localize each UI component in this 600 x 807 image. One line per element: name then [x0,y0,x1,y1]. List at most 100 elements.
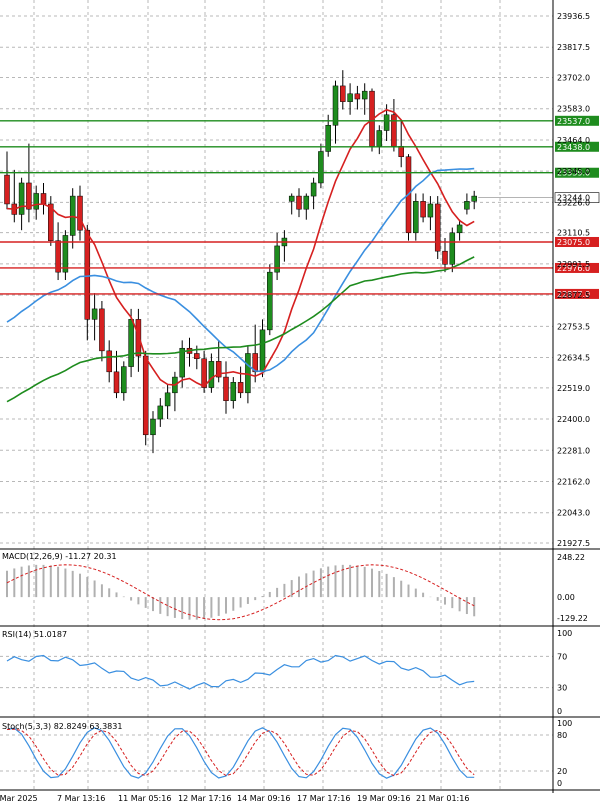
candle [391,99,397,152]
stoch-tick-label: 20 [557,767,567,776]
candle-body [245,353,251,394]
candle [449,227,456,273]
candle-body [135,319,142,357]
x-tick-label: 14 Mar 09:16 [237,794,290,803]
candle [40,182,47,215]
ma-fast-line [6,108,475,388]
candle [427,196,434,231]
candle-body [18,182,25,215]
price-tick-label: 23817.5 [557,43,590,52]
candle-body [398,145,404,157]
candle [11,169,18,223]
candle-body [106,350,112,373]
candle [340,70,346,110]
price-tick-label: 22872.5 [557,291,590,300]
candle-body [354,93,361,100]
candle [354,85,361,110]
stoch-tick-label: 0 [557,779,562,788]
candle-body [471,195,477,202]
candle-body [164,392,171,407]
level-label: 23537.0 [557,117,590,126]
candle [464,193,470,215]
candle-body [325,125,331,152]
candle-body [267,271,273,331]
candle [18,177,25,231]
candle-body [259,329,266,373]
price-tick-label: 22991.5 [557,260,590,269]
candle [471,190,477,210]
candle-body [361,90,368,100]
rsi-line [6,654,475,690]
candle [223,361,229,414]
candle-body [420,201,426,218]
x-tick-label: 12 Mar 17:16 [178,794,231,803]
macd-tick-label: 248.22 [557,553,585,562]
rsi-label: RSI(14) 51.0187 [2,630,67,639]
stoch-tick-label: 80 [557,731,567,740]
candle-body [237,382,244,394]
candle-body [310,182,317,197]
candle-body [40,193,47,205]
price-tick-label: 22162.0 [557,477,590,486]
rsi-tick-label: 70 [557,652,567,661]
candle [106,340,112,383]
x-tick-label: 11 Mar 05:16 [118,794,171,803]
stoch-d-line [6,728,475,777]
macd-tick-label: -129.22 [557,614,588,623]
candle-body [84,229,91,320]
price-tick-label: 23345.0 [557,167,590,176]
candle [442,238,448,273]
x-tick-label: 19 Mar 09:16 [357,794,410,803]
candle [55,222,61,281]
candle [91,293,98,341]
candle-body [128,319,134,367]
price-tick-label: 22634.5 [557,354,590,363]
candle [99,301,105,362]
candle-body [442,250,448,265]
candle [420,193,426,223]
price-tick-label: 23936.5 [557,12,590,21]
x-tick-label: 6 Mar 2025 [0,794,38,803]
macd-panel [6,564,476,621]
candle [376,125,383,155]
candle-body [150,418,156,436]
price-tick-label: 23464.0 [557,136,590,145]
level-label: 23075.0 [557,238,590,247]
price-tick-label: 23226.0 [557,198,590,207]
price-tick-label: 22519.0 [557,384,590,393]
candle [296,188,302,218]
candle-body [456,224,463,234]
candle [121,361,127,401]
stoch-label: Stoch(5,3,3) 82.8249 63.3831 [2,722,122,731]
candle [215,340,222,383]
candle-body [340,85,346,102]
rsi-tick-label: 30 [557,684,567,693]
candle [237,366,244,399]
candle-body [318,151,324,184]
candle [62,230,69,281]
candle [332,80,339,144]
macd-label: MACD(12,26,9) -11.27 20.31 [2,552,117,561]
candle [252,324,258,383]
candle [230,377,237,409]
candle [267,264,273,336]
candle-body [434,203,441,252]
x-tick-label: 21 Mar 01:16 [416,794,469,803]
price-tick-label: 22753.5 [557,322,590,331]
rsi-tick-label: 100 [557,629,572,638]
chart-svg: 23537.023438.023339.023075.022976.022877… [0,0,600,803]
candle-body [413,201,419,234]
candle [164,384,171,420]
stoch-tick-label: 100 [557,719,572,728]
candle-body [303,195,310,210]
candle-body [142,355,149,436]
candle [288,193,295,215]
candle-body [91,308,98,320]
x-tick-label: 17 Mar 17:16 [297,794,350,803]
candle [48,196,54,246]
price-tick-label: 21927.5 [557,539,590,548]
rsi-tick-label: 0 [557,707,562,716]
macd-tick-label: 0.00 [557,593,575,602]
price-tick-label: 22400.0 [557,415,590,424]
candle-body [464,201,470,210]
